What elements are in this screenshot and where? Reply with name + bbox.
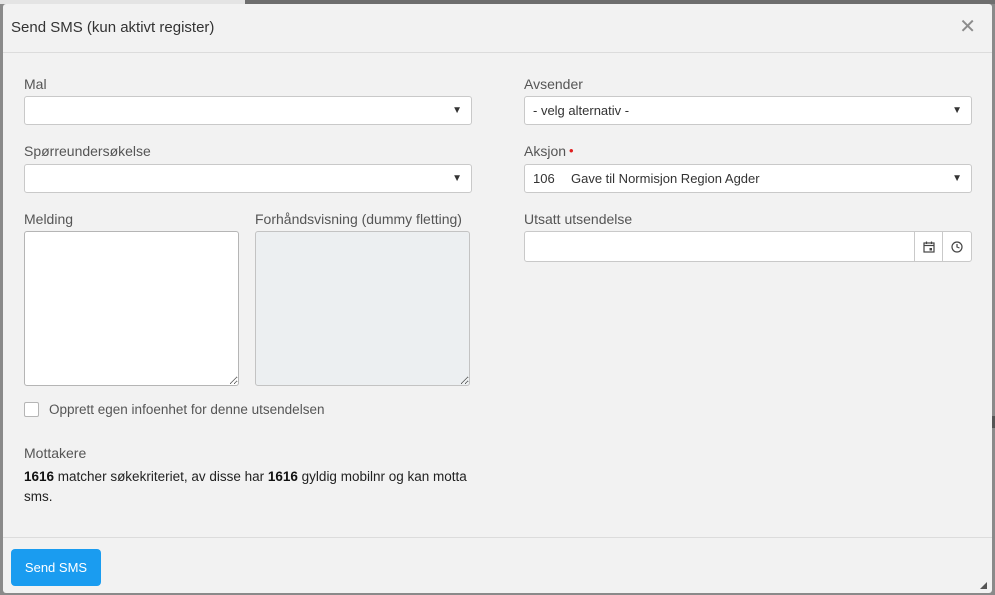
avsender-label: Avsender [524, 76, 583, 92]
chevron-down-icon: ▼ [952, 173, 962, 184]
sporreundersokelse-select[interactable]: ▼ [24, 164, 472, 193]
chevron-down-icon: ▼ [452, 105, 462, 116]
sporreundersokelse-label: Spørreundersøkelse [24, 143, 151, 159]
send-sms-button[interactable]: Send SMS [11, 549, 101, 586]
mottakere-summary: 1616 matcher søkekriteriet, av disse har… [24, 467, 484, 507]
match-count: 1616 [24, 469, 55, 484]
aksjon-label-text: Aksjon [524, 143, 567, 159]
mottakere-text-1: matcher søkekriteriet, av disse har [54, 469, 268, 484]
infoenhet-checkbox[interactable] [24, 402, 39, 417]
dialog-footer: Send SMS [3, 537, 992, 593]
chevron-down-icon: ▼ [452, 173, 462, 184]
dialog-title: Send SMS (kun aktivt register) [11, 19, 215, 36]
forhandsvisning-textarea [255, 231, 470, 386]
calendar-icon[interactable] [914, 232, 943, 261]
dialog-header: Send SMS (kun aktivt register) ✕ [3, 4, 992, 53]
aksjon-code: 106 [533, 171, 555, 186]
chevron-down-icon: ▼ [952, 105, 962, 116]
mottakere-label: Mottakere [24, 445, 87, 461]
mal-label: Mal [24, 76, 47, 92]
utsatt-input[interactable] [531, 237, 905, 259]
aksjon-select[interactable]: 106 Gave til Normisjon Region Agder ▼ [524, 164, 972, 193]
required-marker: • [569, 143, 574, 158]
valid-count: 1616 [267, 469, 298, 484]
close-icon[interactable]: ✕ [959, 17, 976, 37]
utsatt-datetime-field [524, 231, 972, 262]
aksjon-label: Aksjon • [524, 143, 574, 159]
aksjon-name: Gave til Normisjon Region Agder [571, 171, 760, 186]
mal-select[interactable]: ▼ [24, 96, 472, 125]
melding-label: Melding [24, 211, 74, 227]
resize-handle[interactable] [980, 582, 987, 589]
forhandsvisning-label: Forhåndsvisning (dummy fletting) [255, 211, 462, 227]
melding-textarea[interactable] [24, 231, 239, 386]
send-sms-dialog: Send SMS (kun aktivt register) ✕ Mal ▼ S… [3, 4, 992, 593]
avsender-select[interactable]: - velg alternativ - ▼ [524, 96, 972, 125]
clock-icon[interactable] [942, 232, 971, 261]
utsatt-label: Utsatt utsendelse [524, 211, 633, 227]
avsender-value: - velg alternativ - [533, 103, 630, 118]
infoenhet-checkbox-label[interactable]: Opprett egen infoenhet for denne utsende… [49, 402, 324, 417]
